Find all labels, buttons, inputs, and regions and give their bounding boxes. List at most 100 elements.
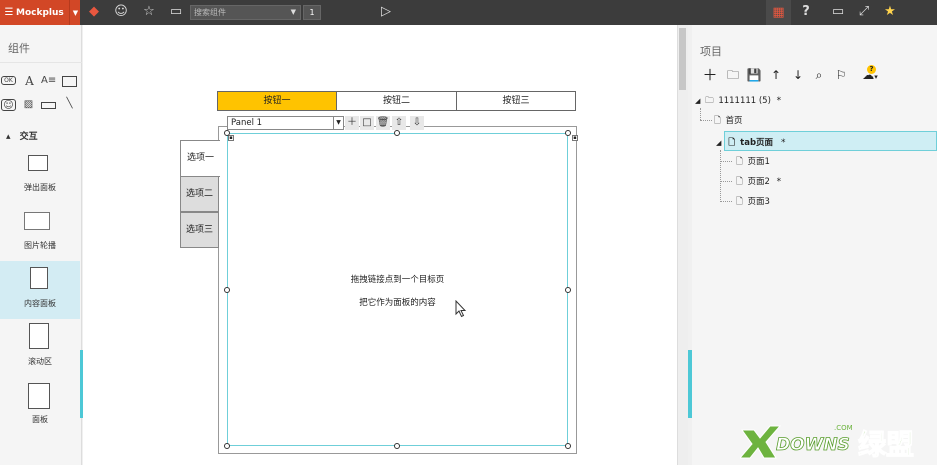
text-component-icon[interactable]: A [22,75,37,87]
tree-item-page3[interactable]: 🗋 页面3 [736,195,770,210]
image-frame-icon[interactable]: ▭ [167,3,185,21]
component-panel-item[interactable]: 面板 [0,377,80,435]
tree-root-label: 1111111 (5) [718,96,771,106]
save-icon[interactable]: 💾 [746,67,762,83]
component-label: 内容面板 [24,299,56,308]
tree-line [700,120,712,121]
input-component-icon[interactable] [41,102,56,109]
canvas-scrollbar[interactable] [677,25,688,465]
help-badge-icon: ? [867,65,876,74]
page-number-field[interactable]: 1 [303,5,321,20]
hamburger-icon: ☰ [4,7,14,18]
window-icon[interactable]: ▭ [829,3,847,21]
anchor-handle[interactable]: ▪ [228,135,234,141]
panel-title: 组件 [8,42,30,55]
chevron-down-icon: ▼ [333,117,343,129]
resize-handle[interactable] [394,130,400,136]
resize-handle[interactable] [224,287,230,293]
star-badge-icon[interactable]: ★ [881,3,899,21]
tree-line [720,201,732,202]
line-component-icon[interactable]: ╲ [62,98,77,110]
side-tab-3[interactable]: 选项三 [180,212,219,248]
carousel-icon [24,212,50,230]
star-icon[interactable]: ☆ [140,3,158,21]
panel-select[interactable]: Panel 1 ▼ [227,116,344,130]
smiley-icon[interactable]: ☺ [112,3,130,21]
anchor-handle[interactable]: ▪ [572,135,578,141]
content-panel-icon [30,267,48,289]
tree-line [720,150,721,202]
component-popup-panel[interactable]: 弹出面板 [0,145,80,203]
component-label: 图片轮播 [24,241,56,250]
add-page-icon[interactable]: ＋ [702,67,718,83]
section-interaction[interactable]: ▴ 交互 [6,129,38,142]
search-input[interactable]: 搜索组件 ▼ [190,5,301,20]
resize-handle[interactable] [394,443,400,449]
paragraph-component-icon[interactable]: A≡ [41,75,56,87]
rectangle-component-icon[interactable] [62,76,77,87]
component-label: 弹出面板 [24,183,56,192]
tree-root[interactable]: ◢ 🗀 1111111 (5) * [695,95,781,109]
tree-item-label: tab页面 [740,138,774,148]
watermark-text: DOWNS [776,435,850,455]
resize-handle[interactable] [565,443,571,449]
move-down-arrow-icon[interactable]: ↓ [790,67,806,83]
cube-icon[interactable]: ◆ [85,3,103,21]
tree-item-tab-page-content[interactable]: ◢ 🗋 tab页面 * [716,136,786,151]
flag-icon[interactable]: ⚐ [833,67,849,83]
modified-marker: * [781,138,786,148]
add-panel-icon[interactable]: ＋ [345,116,359,130]
mouse-cursor-icon [455,300,467,318]
side-tab-2[interactable]: 选项二 [180,176,219,212]
watermark-graphic: DOWNS .COM 绿盟 [738,424,915,462]
fullscreen-icon[interactable]: ⤢ [855,3,873,21]
drop-hint-line-1: 拖拽链接点到一个目标页 [350,275,445,285]
tree-item-home[interactable]: 🗋 首页 [714,114,743,129]
tree-item-label: 页面1 [747,157,770,167]
icon-component-icon[interactable]: ☺ [1,99,16,111]
selected-content-area[interactable] [227,133,568,446]
add-folder-icon[interactable]: 🗀 [725,67,741,83]
image-component-icon[interactable]: ▨ [21,99,36,111]
page-icon: 🗋 [736,157,743,167]
copy-panel-icon[interactable]: □ [360,116,374,130]
tree-item-label: 页面3 [747,197,770,207]
move-up-arrow-icon[interactable]: ↑ [768,67,784,83]
resize-handle[interactable] [224,130,230,136]
tab-button-2[interactable]: 按钮二 [336,91,457,111]
move-down-icon[interactable]: ⇩ [410,116,424,130]
side-tab-1[interactable]: 选项一 [180,140,220,177]
drop-hint-line-2: 把它作为面板的内容 [359,298,436,308]
brand-label: Mockplus [16,7,64,18]
play-icon[interactable]: ▷ [377,3,395,21]
resize-handle[interactable] [224,443,230,449]
tab-button-3[interactable]: 按钮三 [456,91,576,111]
grid-view-icon[interactable]: ▦ [766,0,791,25]
divider [68,0,70,25]
panel-title: 项目 [700,45,722,58]
help-icon[interactable]: ? [797,3,815,21]
resize-handle[interactable] [565,130,571,136]
brand-menu-button[interactable]: ☰ Mockplus ▼ [0,0,80,25]
component-scroll-area[interactable]: 滚动区 [0,319,80,377]
scroll-area-icon [29,323,49,349]
watermark-logo: DOWNS .COM 绿盟 [738,418,930,462]
component-image-carousel[interactable]: 图片轮播 [0,203,80,261]
side-tab-group: 选项一 选项二 选项三 [180,140,220,248]
move-up-icon[interactable]: ⇧ [392,116,406,130]
search-placeholder: 搜索组件 [194,8,226,17]
resize-handle[interactable] [565,287,571,293]
component-content-panel[interactable]: 内容面板 [0,261,80,319]
component-label: 面板 [32,415,48,424]
watermark-domain: .COM [834,424,853,432]
search-icon[interactable]: ⌕ [811,67,827,83]
delete-panel-icon[interactable]: 🗑 [376,116,390,130]
canvas-scroll-thumb[interactable] [679,28,686,90]
tab-button-1[interactable]: 按钮一 [217,91,337,111]
chevron-down-icon: ▼ [290,8,296,16]
page-icon: 🗋 [736,177,743,187]
tree-item-page2[interactable]: 🗋 页面2 * [736,175,781,190]
chevron-down-icon: ▼ [72,8,79,17]
ok-button-component-icon[interactable]: OK [1,76,16,85]
tree-item-page1[interactable]: 🗋 页面1 [736,155,770,170]
